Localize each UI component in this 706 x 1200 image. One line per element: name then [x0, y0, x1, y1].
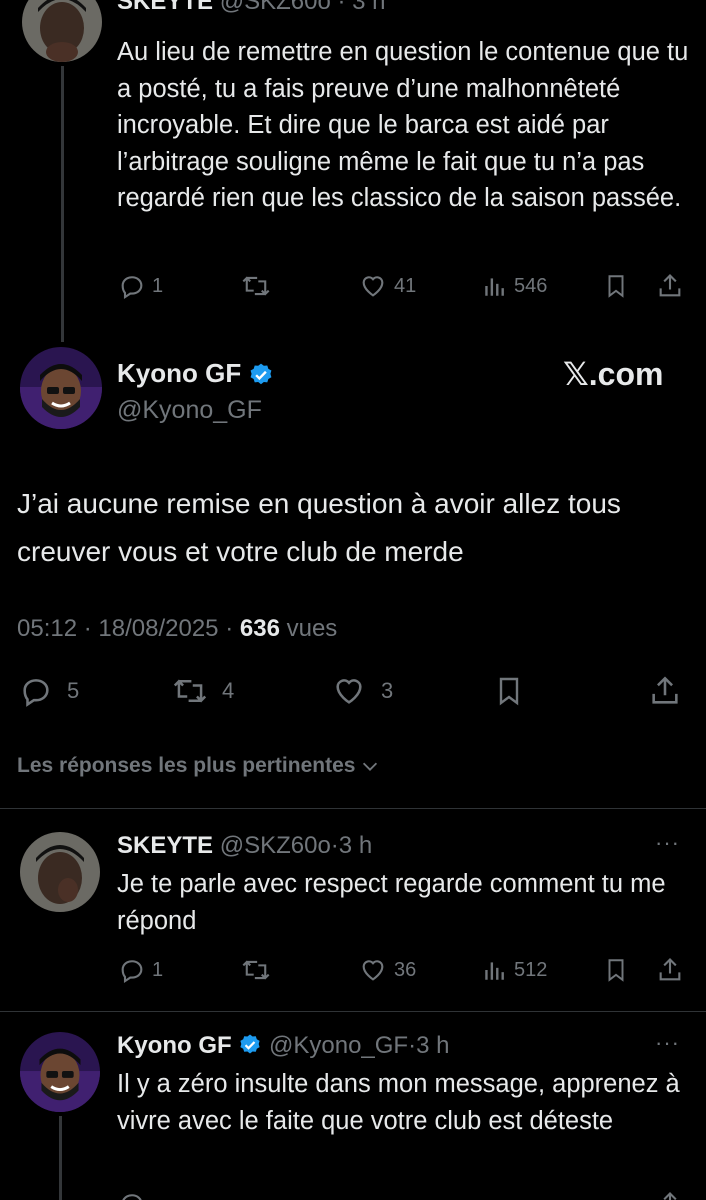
kyono-avatar-image [20, 1032, 100, 1112]
reply-icon [23, 679, 49, 707]
retweet-icon [173, 679, 207, 703]
thread-line [61, 66, 64, 342]
reply-header: Kyono GF @Kyono_GF·3 h [117, 1032, 450, 1059]
section-divider [0, 808, 706, 809]
more-options-icon[interactable]: ··· [655, 830, 680, 856]
retweet-button[interactable]: 4 [172, 674, 234, 708]
reply-icon [121, 960, 143, 984]
views-count: 636 [239, 615, 280, 642]
share-icon [659, 958, 681, 981]
share-button[interactable] [648, 674, 682, 708]
main-tweet-text: J’ai aucune remise en question à avoir a… [17, 488, 621, 567]
heart-icon [362, 276, 384, 297]
like-count: 41 [394, 274, 417, 297]
more-options-icon[interactable]: ··· [655, 1030, 680, 1056]
author-handle[interactable]: @SKZ60o [220, 832, 331, 859]
reply-icon [122, 1194, 142, 1200]
author-handle[interactable]: @Kyono_GF [117, 396, 262, 425]
reply-button[interactable]: 5 [19, 674, 79, 708]
timestamp[interactable]: 3 h [416, 1032, 449, 1059]
partial-actions-row [118, 1190, 698, 1200]
views-count: 546 [514, 274, 548, 297]
verified-badge-icon [250, 363, 272, 385]
reply-icon [121, 276, 143, 300]
views-button[interactable]: 546 [482, 272, 547, 300]
avatar[interactable] [20, 347, 102, 429]
author-name[interactable]: SKEYTE [117, 832, 213, 859]
chevron-down-icon [363, 762, 378, 771]
like-button[interactable]: 3 [331, 674, 393, 708]
reply-count: 5 [67, 678, 80, 703]
bookmark-button[interactable] [493, 674, 525, 708]
views-icon [485, 278, 504, 296]
author-name[interactable]: SKEYTE [117, 0, 213, 15]
heart-icon [336, 679, 362, 704]
timestamp[interactable]: 3 h [352, 0, 385, 15]
retweet-button[interactable] [241, 956, 271, 984]
like-button[interactable]: 41 [358, 272, 416, 300]
share-icon [652, 676, 678, 704]
reply-button[interactable]: 1 [118, 272, 163, 300]
reply-button[interactable]: 1 [118, 956, 163, 984]
share-icon [659, 274, 681, 297]
post-date[interactable]: 18/08/2025 [98, 615, 218, 642]
author-name[interactable]: Kyono GF [117, 358, 241, 388]
reply-divider [0, 1011, 706, 1012]
views-button[interactable]: 512 [482, 956, 547, 984]
sort-replies-dropdown[interactable]: Les réponses les plus pertinentes [17, 754, 381, 778]
share-button[interactable] [656, 272, 684, 300]
author-handle[interactable]: @SKZ60o [220, 0, 331, 15]
retweet-icon [242, 276, 270, 296]
thread-line [59, 1116, 62, 1200]
heart-icon [362, 960, 384, 981]
retweet-count: 4 [222, 678, 235, 703]
bookmark-icon [608, 275, 624, 298]
avatar[interactable] [22, 0, 102, 62]
post-time[interactable]: 05:12 [17, 615, 77, 642]
views-label: vues [286, 615, 338, 642]
bookmark-button[interactable] [603, 272, 629, 300]
like-button[interactable]: 36 [358, 956, 416, 984]
author-name[interactable]: Kyono GF [117, 1032, 232, 1059]
reply-count: 1 [152, 274, 164, 297]
share-icon [663, 1192, 677, 1200]
tweet-text: Je te parle avec respect regarde comment… [117, 870, 666, 935]
bookmark-icon [608, 959, 624, 982]
skeyte-avatar-image [20, 832, 100, 912]
x-watermark: 𝕏.com [563, 356, 664, 392]
kyono-avatar-image [20, 347, 102, 429]
author-handle[interactable]: @Kyono_GF [269, 1032, 408, 1059]
views-count: 512 [514, 958, 548, 981]
top-reply-header: SKEYTE @SKZ60o · 3 h [117, 0, 386, 16]
timestamp[interactable]: 3 h [339, 832, 372, 859]
retweet-icon [242, 960, 270, 980]
like-count: 3 [381, 678, 394, 703]
like-count: 36 [394, 958, 417, 981]
skeyte-avatar-image [22, 0, 102, 62]
main-author: Kyono GF [117, 358, 274, 389]
tweet-meta: 05:12 · 18/08/2025 · 636 vues [17, 615, 338, 642]
bookmark-icon [499, 677, 519, 706]
retweet-button[interactable] [241, 272, 271, 300]
bookmark-button[interactable] [603, 956, 629, 984]
tweet-text: Au lieu de remettre en question le conte… [117, 38, 689, 212]
reply-header: SKEYTE @SKZ60o·3 h [117, 832, 373, 859]
avatar[interactable] [20, 832, 100, 912]
views-icon [485, 962, 504, 980]
verified-badge-icon [240, 1034, 260, 1054]
reply-count: 1 [152, 958, 164, 981]
tweet-text: Il y a zéro insulte dans mon message, ap… [117, 1070, 680, 1135]
avatar[interactable] [20, 1032, 100, 1112]
share-button[interactable] [656, 956, 684, 984]
sort-label: Les réponses les plus pertinentes [17, 754, 356, 777]
